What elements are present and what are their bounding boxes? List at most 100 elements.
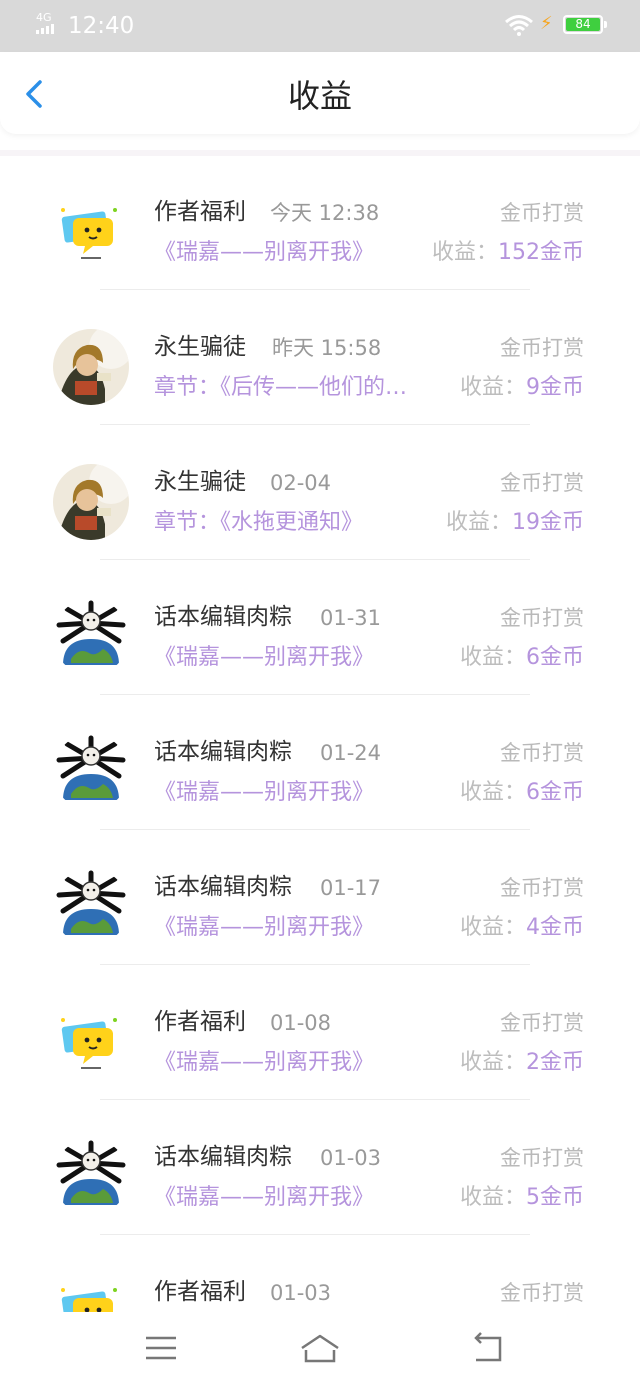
work-title: 章节：《水拖更通知》 <box>154 510 364 535</box>
income-amount: 收益：5金币 <box>460 1184 584 1212</box>
wifi-icon <box>505 15 533 36</box>
sender-name: 话本编辑肉粽 <box>154 874 292 900</box>
income-label: 收益： <box>459 375 526 400</box>
chat-bubble-avatar-icon <box>53 194 129 270</box>
reward-type: 金币打赏 <box>500 1146 584 1170</box>
income-list-item[interactable]: 话本编辑肉粽 01-17 金币打赏 《瑞嘉——别离开我》 收益：4金币 <box>0 831 640 966</box>
menu-icon <box>146 1336 176 1360</box>
income-list-item[interactable]: 作者福利 今天 12:38 金币打赏 《瑞嘉——别离开我》 收益：152金币 <box>0 156 640 291</box>
avatar[interactable] <box>53 1004 129 1080</box>
globe-dog-avatar-icon <box>53 734 129 810</box>
income-value: 152金币 <box>498 240 584 265</box>
chat-bubble-avatar-icon <box>53 1274 129 1312</box>
income-label: 收益： <box>459 780 526 805</box>
income-list-item[interactable]: 话本编辑肉粽 01-24 金币打赏 《瑞嘉——别离开我》 收益：6金币 <box>0 696 640 831</box>
list-divider <box>100 1099 530 1100</box>
signal-icon <box>36 24 62 34</box>
avatar[interactable] <box>53 194 129 270</box>
home-icon <box>301 1334 339 1363</box>
return-button[interactable] <box>466 1328 510 1368</box>
reward-type: 金币打赏 <box>500 471 584 495</box>
battery-tip <box>604 21 607 28</box>
sender-name: 作者福利 <box>154 199 246 225</box>
avatar[interactable] <box>53 1139 129 1215</box>
portrait-avatar-icon <box>53 464 129 540</box>
income-amount: 收益：19金币 <box>446 509 584 537</box>
sender-name: 永生骗徒 <box>154 469 246 495</box>
reward-type: 金币打赏 <box>500 741 584 765</box>
battery-level: 84 <box>566 18 600 31</box>
income-value: 5金币 <box>526 1185 584 1210</box>
avatar[interactable] <box>53 1274 129 1312</box>
income-amount: 收益：9金币 <box>460 374 584 402</box>
system-nav-bar <box>0 1312 640 1387</box>
income-list-item[interactable]: 永生骗徒 昨天 15:58 金币打赏章节：《后传——他们的… 收益：9金币 <box>0 291 640 426</box>
income-list-item[interactable]: 话本编辑肉粽 01-03 金币打赏 《瑞嘉——别离开我》 收益：5金币 <box>0 1101 640 1236</box>
income-label: 收益： <box>431 240 498 265</box>
income-amount: 收益：152金币 <box>432 239 584 267</box>
income-amount: 收益：6金币 <box>460 644 584 672</box>
globe-dog-avatar-icon <box>53 869 129 945</box>
work-title: 章节：《后传——他们的… <box>154 375 408 400</box>
income-list: 作者福利 今天 12:38 金币打赏 《瑞嘉——别离开我》 收益：152金币 永生骗徒昨… <box>0 150 640 1312</box>
list-divider <box>100 424 530 425</box>
home-button[interactable] <box>298 1328 342 1368</box>
reward-type: 金币打赏 <box>500 1011 584 1035</box>
list-divider <box>100 964 530 965</box>
reward-time: 01-17 <box>320 876 382 900</box>
network-type: 4G <box>36 11 52 24</box>
list-divider <box>100 829 530 830</box>
income-list-item[interactable]: 作者福利 01-03 金币打赏 <box>0 1236 640 1312</box>
list-divider <box>100 559 530 560</box>
menu-button[interactable] <box>140 1328 184 1368</box>
avatar[interactable] <box>53 329 129 405</box>
globe-dog-avatar-icon <box>53 599 129 675</box>
reward-type: 金币打赏 <box>500 876 584 900</box>
battery-icon: 84 <box>563 15 603 34</box>
list-divider <box>100 289 530 290</box>
globe-dog-avatar-icon <box>53 1139 129 1215</box>
sender-name: 作者福利 <box>154 1279 246 1305</box>
income-value: 6金币 <box>526 645 584 670</box>
charging-icon: ⚡ <box>540 13 553 34</box>
income-label: 收益： <box>459 1050 526 1075</box>
avatar[interactable] <box>53 599 129 675</box>
sender-name: 作者福利 <box>154 1009 246 1035</box>
avatar[interactable] <box>53 464 129 540</box>
work-title: 《瑞嘉——别离开我》 <box>154 1050 375 1075</box>
income-list-item[interactable]: 永生骗徒 02-04 金币打赏 章节：《水拖更通知》 收益：19金币 <box>0 426 640 561</box>
income-list-item[interactable]: 话本编辑肉粽 01-31 金币打赏 《瑞嘉——别离开我》 收益：6金币 <box>0 561 640 696</box>
income-amount: 收益：4金币 <box>460 914 584 942</box>
income-label: 收益： <box>459 915 526 940</box>
status-bar: 4G 12:40 ⚡ 84 <box>0 0 640 52</box>
reward-type: 金币打赏 <box>500 1281 584 1305</box>
reward-type: 金币打赏 <box>500 606 584 630</box>
reward-time: 01-24 <box>320 741 382 765</box>
sender-name: 永生骗徒 <box>154 334 246 360</box>
work-title: 《瑞嘉——别离开我》 <box>154 1185 375 1210</box>
portrait-avatar-icon <box>53 329 129 405</box>
list-divider <box>100 694 530 695</box>
status-time: 12:40 <box>68 13 135 39</box>
avatar[interactable] <box>53 869 129 945</box>
income-value: 19金币 <box>512 510 584 535</box>
income-list-item[interactable]: 作者福利 01-08 金币打赏 《瑞嘉——别离开我》 收益：2金币 <box>0 966 640 1101</box>
list-divider <box>100 1234 530 1235</box>
reward-time: 01-03 <box>320 1146 382 1170</box>
income-label: 收益： <box>445 510 512 535</box>
work-title: 《瑞嘉——别离开我》 <box>154 240 375 265</box>
reward-time: 01-03 <box>270 1281 332 1305</box>
income-value: 4金币 <box>526 915 584 940</box>
reward-type: 金币打赏 <box>500 336 584 360</box>
income-amount: 收益：6金币 <box>460 779 584 807</box>
chat-bubble-avatar-icon <box>53 1004 129 1080</box>
avatar[interactable] <box>53 734 129 810</box>
reward-time: 01-31 <box>320 606 382 630</box>
income-value: 9金币 <box>526 375 584 400</box>
reward-time: 昨天 15:58 <box>272 336 382 360</box>
sender-name: 话本编辑肉粽 <box>154 739 292 765</box>
work-title: 《瑞嘉——别离开我》 <box>154 645 375 670</box>
income-label: 收益： <box>459 1185 526 1210</box>
income-value: 6金币 <box>526 780 584 805</box>
income-label: 收益： <box>459 645 526 670</box>
